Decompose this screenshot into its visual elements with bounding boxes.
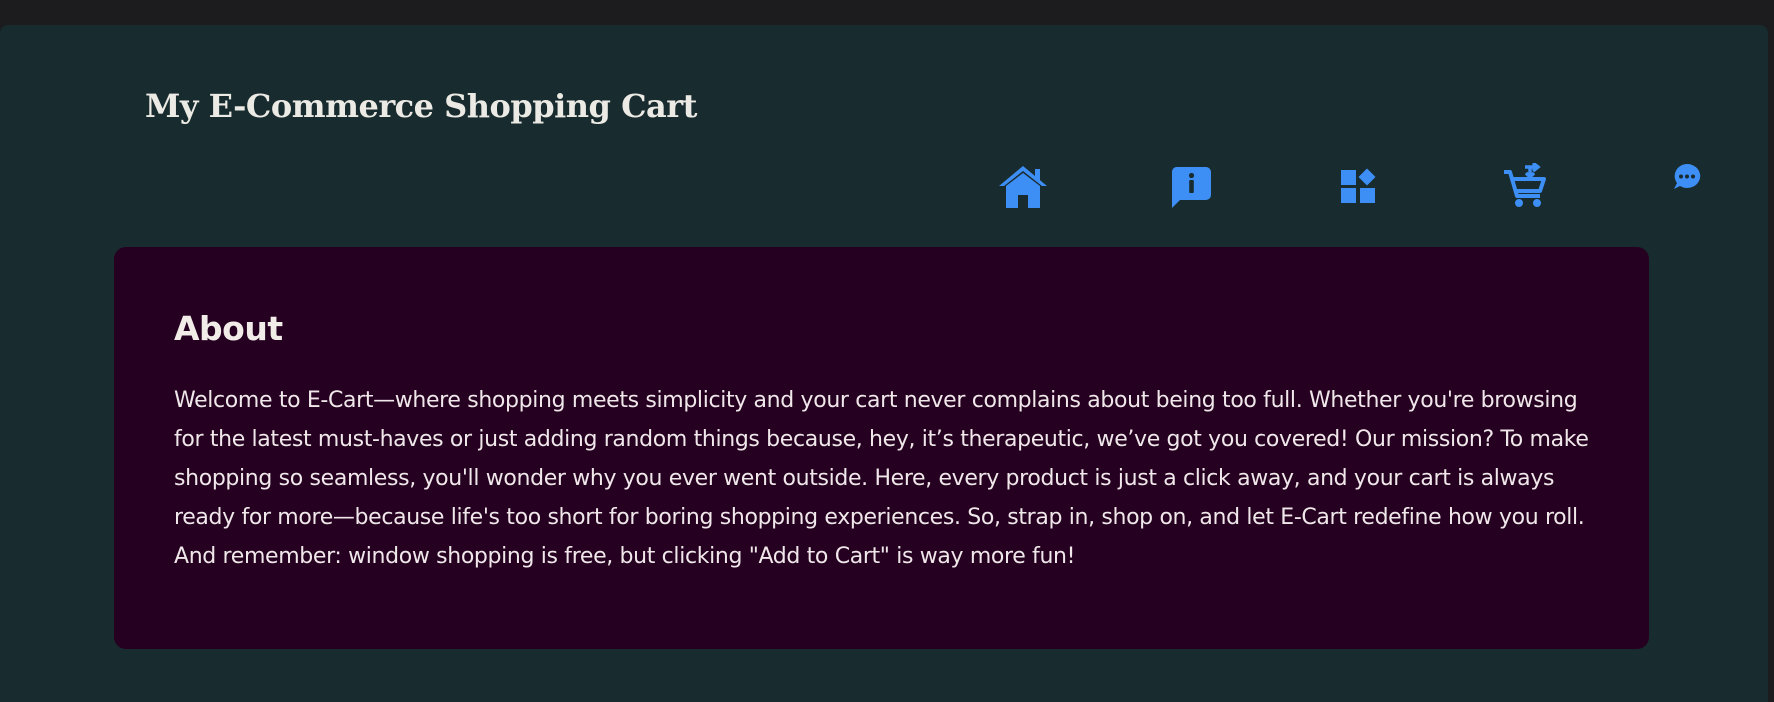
nav-products-link[interactable] — [1340, 167, 1378, 205]
home-icon — [999, 166, 1047, 208]
app-container: My E-Commerce Shopping Cart About Welcom… — [0, 25, 1768, 702]
window-top-bar — [0, 0, 1774, 25]
widgets-icon — [1341, 168, 1376, 203]
chat-bubble-icon — [1674, 163, 1701, 189]
nav-cart-link[interactable] — [1503, 163, 1547, 209]
nav-chat-link[interactable] — [1672, 162, 1702, 192]
site-title: My E-Commerce Shopping Cart — [145, 87, 697, 125]
about-text: Welcome to E-Cart—where shopping meets s… — [174, 388, 1589, 569]
info-chat-icon — [1171, 167, 1211, 208]
nav-home-link[interactable] — [997, 164, 1049, 210]
add-to-cart-icon — [1504, 163, 1546, 207]
nav-about-link[interactable] — [1170, 165, 1212, 209]
about-heading: About — [174, 309, 283, 348]
about-card: About Welcome to E-Cart—where shopping m… — [114, 247, 1649, 649]
